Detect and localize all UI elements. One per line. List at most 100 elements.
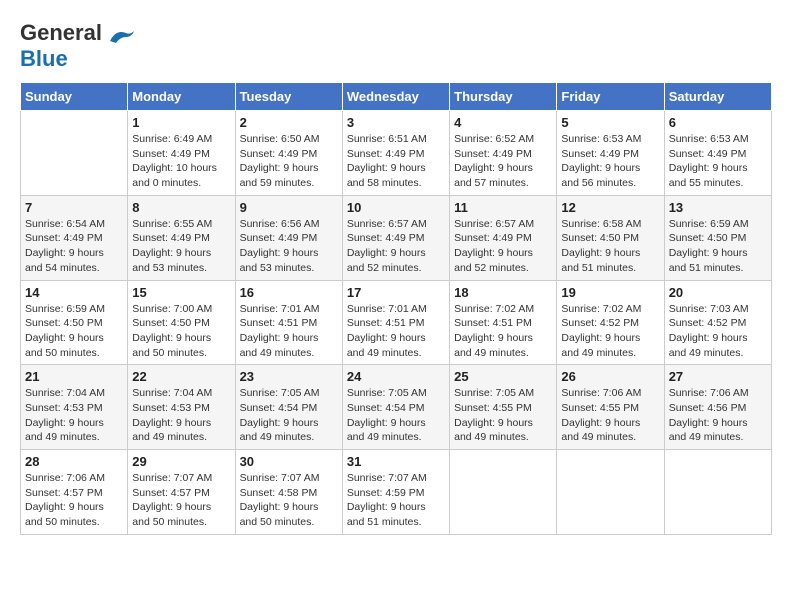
weekday-header-sunday: Sunday — [21, 83, 128, 111]
day-info: Sunrise: 6:52 AMSunset: 4:49 PMDaylight:… — [454, 132, 552, 191]
day-info: Sunrise: 7:04 AMSunset: 4:53 PMDaylight:… — [25, 386, 123, 445]
calendar-cell — [21, 111, 128, 196]
day-info: Sunrise: 6:59 AMSunset: 4:50 PMDaylight:… — [669, 217, 767, 276]
day-info: Sunrise: 6:51 AMSunset: 4:49 PMDaylight:… — [347, 132, 445, 191]
day-number: 29 — [132, 454, 230, 469]
day-number: 28 — [25, 454, 123, 469]
day-info: Sunrise: 7:03 AMSunset: 4:52 PMDaylight:… — [669, 302, 767, 361]
day-number: 8 — [132, 200, 230, 215]
day-number: 4 — [454, 115, 552, 130]
calendar-cell: 6 Sunrise: 6:53 AMSunset: 4:49 PMDaylight… — [664, 111, 771, 196]
calendar-week-row: 14 Sunrise: 6:59 AMSunset: 4:50 PMDayligh… — [21, 280, 772, 365]
calendar-cell: 3Sunrise: 6:51 AMSunset: 4:49 PMDaylight… — [342, 111, 449, 196]
calendar-cell: 9 Sunrise: 6:56 AMSunset: 4:49 PMDaylight… — [235, 195, 342, 280]
calendar-cell: 2Sunrise: 6:50 AMSunset: 4:49 PMDaylight… — [235, 111, 342, 196]
calendar-cell: 24 Sunrise: 7:05 AMSunset: 4:54 PMDayligh… — [342, 365, 449, 450]
calendar-cell: 22Sunrise: 7:04 AMSunset: 4:53 PMDayligh… — [128, 365, 235, 450]
day-info: Sunrise: 7:06 AMSunset: 4:55 PMDaylight:… — [561, 386, 659, 445]
day-number: 23 — [240, 369, 338, 384]
day-number: 17 — [347, 285, 445, 300]
calendar-cell: 19Sunrise: 7:02 AMSunset: 4:52 PMDayligh… — [557, 280, 664, 365]
day-number: 14 — [25, 285, 123, 300]
day-info: Sunrise: 6:53 AMSunset: 4:49 PMDaylight:… — [561, 132, 659, 191]
day-info: Sunrise: 6:49 AMSunset: 4:49 PMDaylight:… — [132, 132, 230, 191]
calendar-cell: 27Sunrise: 7:06 AMSunset: 4:56 PMDayligh… — [664, 365, 771, 450]
day-number: 31 — [347, 454, 445, 469]
day-info: Sunrise: 7:04 AMSunset: 4:53 PMDaylight:… — [132, 386, 230, 445]
day-number: 6 — [669, 115, 767, 130]
logo-blue-text: Blue — [20, 46, 68, 71]
calendar-week-row: 7 Sunrise: 6:54 AMSunset: 4:49 PMDaylight… — [21, 195, 772, 280]
calendar-cell — [557, 450, 664, 535]
calendar-cell: 28 Sunrise: 7:06 AMSunset: 4:57 PMDayligh… — [21, 450, 128, 535]
day-number: 26 — [561, 369, 659, 384]
calendar-cell: 26 Sunrise: 7:06 AMSunset: 4:55 PMDayligh… — [557, 365, 664, 450]
calendar-week-row: 21 Sunrise: 7:04 AMSunset: 4:53 PMDayligh… — [21, 365, 772, 450]
day-number: 20 — [669, 285, 767, 300]
calendar-cell — [450, 450, 557, 535]
logo-general-text: General — [20, 20, 102, 45]
calendar-cell: 13 Sunrise: 6:59 AMSunset: 4:50 PMDayligh… — [664, 195, 771, 280]
weekday-header-friday: Friday — [557, 83, 664, 111]
weekday-header-thursday: Thursday — [450, 83, 557, 111]
day-info: Sunrise: 7:01 AMSunset: 4:51 PMDaylight:… — [347, 302, 445, 361]
calendar-cell: 15Sunrise: 7:00 AMSunset: 4:50 PMDayligh… — [128, 280, 235, 365]
day-info: Sunrise: 7:07 AMSunset: 4:58 PMDaylight:… — [240, 471, 338, 530]
day-number: 10 — [347, 200, 445, 215]
day-number: 27 — [669, 369, 767, 384]
calendar-cell: 1 Sunrise: 6:49 AMSunset: 4:49 PMDaylight… — [128, 111, 235, 196]
calendar-cell: 31 Sunrise: 7:07 AMSunset: 4:59 PMDayligh… — [342, 450, 449, 535]
day-info: Sunrise: 6:55 AMSunset: 4:49 PMDaylight:… — [132, 217, 230, 276]
day-number: 25 — [454, 369, 552, 384]
calendar-cell: 20 Sunrise: 7:03 AMSunset: 4:52 PMDayligh… — [664, 280, 771, 365]
logo-bird-icon — [108, 27, 136, 45]
day-info: Sunrise: 7:02 AMSunset: 4:52 PMDaylight:… — [561, 302, 659, 361]
calendar-cell: 7 Sunrise: 6:54 AMSunset: 4:49 PMDaylight… — [21, 195, 128, 280]
day-number: 21 — [25, 369, 123, 384]
page-header: General Blue — [20, 20, 772, 72]
calendar-cell: 11Sunrise: 6:57 AMSunset: 4:49 PMDayligh… — [450, 195, 557, 280]
day-number: 24 — [347, 369, 445, 384]
day-number: 18 — [454, 285, 552, 300]
day-number: 5 — [561, 115, 659, 130]
day-number: 16 — [240, 285, 338, 300]
day-info: Sunrise: 6:57 AMSunset: 4:49 PMDaylight:… — [454, 217, 552, 276]
day-info: Sunrise: 6:58 AMSunset: 4:50 PMDaylight:… — [561, 217, 659, 276]
day-info: Sunrise: 6:50 AMSunset: 4:49 PMDaylight:… — [240, 132, 338, 191]
logo: General Blue — [20, 20, 136, 72]
calendar-cell: 12 Sunrise: 6:58 AMSunset: 4:50 PMDayligh… — [557, 195, 664, 280]
weekday-header-monday: Monday — [128, 83, 235, 111]
day-number: 7 — [25, 200, 123, 215]
calendar-cell: 29 Sunrise: 7:07 AMSunset: 4:57 PMDayligh… — [128, 450, 235, 535]
calendar-cell: 25Sunrise: 7:05 AMSunset: 4:55 PMDayligh… — [450, 365, 557, 450]
calendar-cell: 23 Sunrise: 7:05 AMSunset: 4:54 PMDayligh… — [235, 365, 342, 450]
day-number: 9 — [240, 200, 338, 215]
calendar-week-row: 28 Sunrise: 7:06 AMSunset: 4:57 PMDayligh… — [21, 450, 772, 535]
day-info: Sunrise: 7:07 AMSunset: 4:57 PMDaylight:… — [132, 471, 230, 530]
calendar-table: SundayMondayTuesdayWednesdayThursdayFrid… — [20, 82, 772, 535]
day-info: Sunrise: 6:56 AMSunset: 4:49 PMDaylight:… — [240, 217, 338, 276]
day-number: 15 — [132, 285, 230, 300]
day-number: 1 — [132, 115, 230, 130]
day-info: Sunrise: 7:05 AMSunset: 4:54 PMDaylight:… — [347, 386, 445, 445]
day-info: Sunrise: 7:07 AMSunset: 4:59 PMDaylight:… — [347, 471, 445, 530]
calendar-cell: 4 Sunrise: 6:52 AMSunset: 4:49 PMDaylight… — [450, 111, 557, 196]
day-info: Sunrise: 7:05 AMSunset: 4:54 PMDaylight:… — [240, 386, 338, 445]
day-number: 30 — [240, 454, 338, 469]
calendar-week-row: 1 Sunrise: 6:49 AMSunset: 4:49 PMDaylight… — [21, 111, 772, 196]
calendar-cell: 18 Sunrise: 7:02 AMSunset: 4:51 PMDayligh… — [450, 280, 557, 365]
day-info: Sunrise: 6:57 AMSunset: 4:49 PMDaylight:… — [347, 217, 445, 276]
weekday-header-saturday: Saturday — [664, 83, 771, 111]
weekday-header-wednesday: Wednesday — [342, 83, 449, 111]
calendar-cell: 5 Sunrise: 6:53 AMSunset: 4:49 PMDaylight… — [557, 111, 664, 196]
day-number: 12 — [561, 200, 659, 215]
day-number: 13 — [669, 200, 767, 215]
day-info: Sunrise: 7:02 AMSunset: 4:51 PMDaylight:… — [454, 302, 552, 361]
calendar-cell: 16Sunrise: 7:01 AMSunset: 4:51 PMDayligh… — [235, 280, 342, 365]
day-info: Sunrise: 6:54 AMSunset: 4:49 PMDaylight:… — [25, 217, 123, 276]
day-info: Sunrise: 6:59 AMSunset: 4:50 PMDaylight:… — [25, 302, 123, 361]
calendar-cell: 17 Sunrise: 7:01 AMSunset: 4:51 PMDayligh… — [342, 280, 449, 365]
day-info: Sunrise: 6:53 AMSunset: 4:49 PMDaylight:… — [669, 132, 767, 191]
calendar-cell — [664, 450, 771, 535]
day-info: Sunrise: 7:06 AMSunset: 4:57 PMDaylight:… — [25, 471, 123, 530]
